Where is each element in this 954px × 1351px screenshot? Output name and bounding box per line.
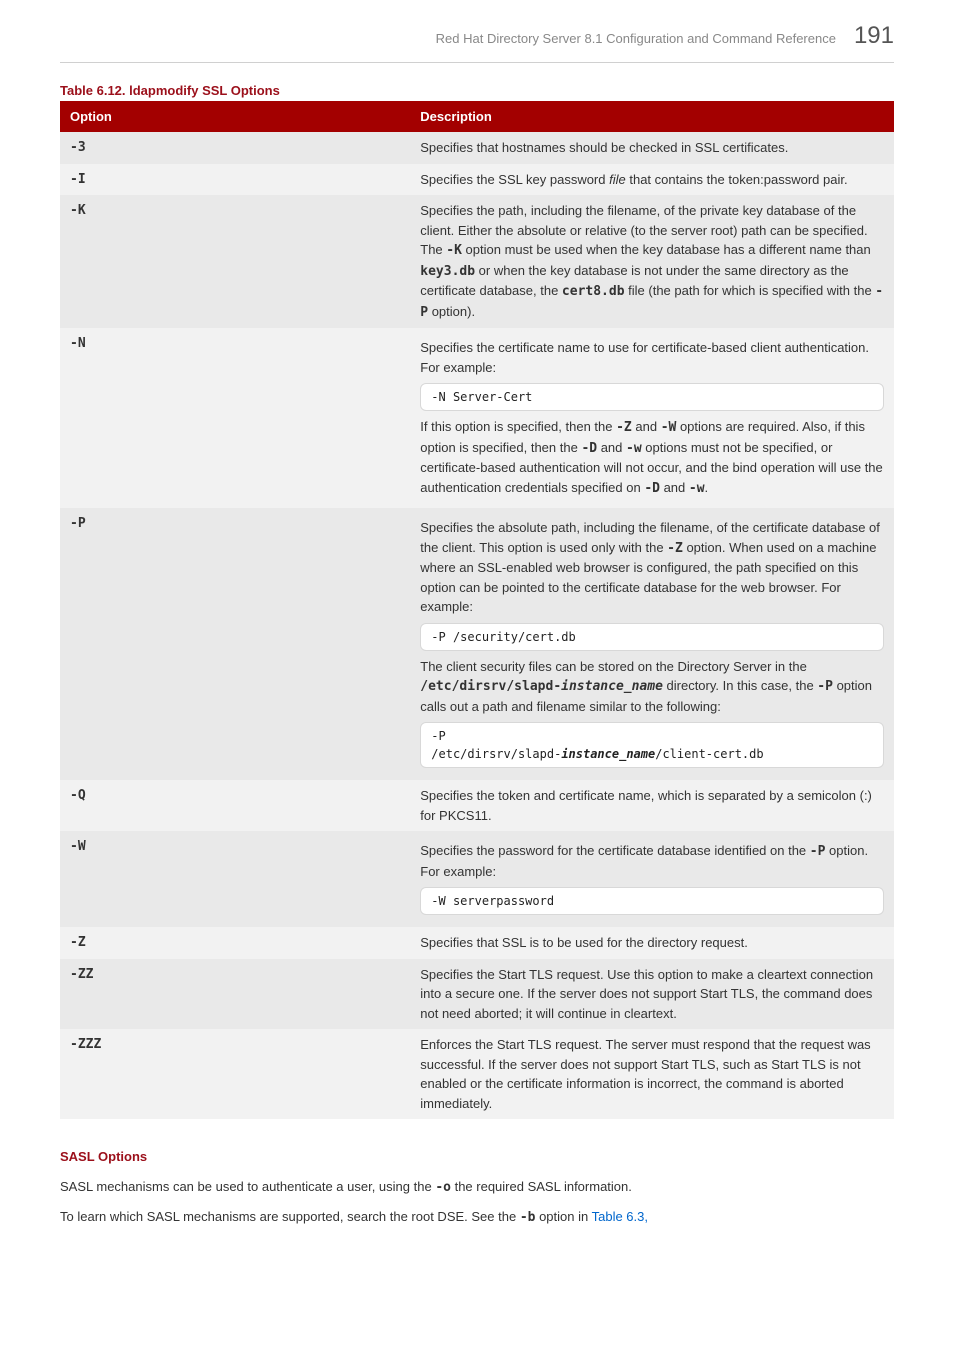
desc-para: If this option is specified, then the -Z… <box>420 417 884 498</box>
page-header: Red Hat Directory Server 8.1 Configurati… <box>60 0 894 63</box>
col-description: Description <box>410 101 894 133</box>
desc-text: that contains the token:password pair. <box>626 172 848 187</box>
description-cell: Specifies the password for the certifica… <box>410 831 894 927</box>
col-option: Option <box>60 101 410 133</box>
inline-code: -K <box>446 243 462 258</box>
body-text: the required SASL information. <box>451 1179 632 1194</box>
inline-code-text: /etc/dirsrv/slapd- <box>420 679 561 694</box>
description-cell: Specifies the absolute path, including t… <box>410 508 894 780</box>
option-cell: -N <box>60 328 410 508</box>
inline-code-italic: instance_name <box>561 679 663 694</box>
inline-code: -P <box>817 679 833 694</box>
body-text: To learn which SASL mechanisms are suppo… <box>60 1209 520 1224</box>
option-cell: -W <box>60 831 410 927</box>
code-text: -P /etc/dirsrv/slapd- <box>431 729 561 761</box>
table-row: -Z Specifies that SSL is to be used for … <box>60 927 894 959</box>
inline-code: -w <box>626 441 642 456</box>
option-cell: -I <box>60 164 410 196</box>
sasl-paragraph-2: To learn which SASL mechanisms are suppo… <box>60 1207 894 1228</box>
table-row: -P Specifies the absolute path, includin… <box>60 508 894 780</box>
table-row: -ZZZ Enforces the Start TLS request. The… <box>60 1029 894 1119</box>
desc-text: Specifies the certificate name to use fo… <box>420 338 884 377</box>
inline-code: -P <box>810 844 826 859</box>
table-row: -I Specifies the SSL key password file t… <box>60 164 894 196</box>
code-example: -W serverpassword <box>420 887 884 915</box>
ssl-options-table: Option Description -3 Specifies that hos… <box>60 101 894 1120</box>
desc-text: and <box>632 419 661 434</box>
desc-para: Specifies the password for the certifica… <box>420 841 884 881</box>
desc-text: file (the path for which is specified wi… <box>625 283 876 298</box>
inline-code: -b <box>520 1210 536 1225</box>
desc-italic: file <box>609 172 626 187</box>
inline-code: -o <box>435 1180 451 1195</box>
description-cell: Specifies the SSL key password file that… <box>410 164 894 196</box>
option-cell: -P <box>60 508 410 780</box>
desc-text: The client security files can be stored … <box>420 659 807 674</box>
description-cell: Specifies the certificate name to use fo… <box>410 328 894 508</box>
inline-code: -Z <box>616 420 632 435</box>
inline-code: /etc/dirsrv/slapd-instance_name <box>420 679 663 694</box>
desc-para: The client security files can be stored … <box>420 657 884 717</box>
sasl-paragraph-1: SASL mechanisms can be used to authentic… <box>60 1177 894 1198</box>
inline-code: -D <box>644 481 660 496</box>
code-example: -P /security/cert.db <box>420 623 884 651</box>
description-cell: Specifies the path, including the filena… <box>410 195 894 328</box>
desc-text: . <box>705 480 709 495</box>
code-example: -N Server-Cert <box>420 383 884 411</box>
body-text: SASL mechanisms can be used to authentic… <box>60 1179 435 1194</box>
desc-text: and <box>597 440 626 455</box>
option-cell: -Q <box>60 780 410 831</box>
code-italic: instance_name <box>561 747 655 761</box>
description-cell: Specifies the Start TLS request. Use thi… <box>410 959 894 1030</box>
description-cell: Specifies that hostnames should be check… <box>410 132 894 164</box>
option-cell: -ZZZ <box>60 1029 410 1119</box>
option-cell: -Z <box>60 927 410 959</box>
inline-code: -w <box>689 481 705 496</box>
option-cell: -ZZ <box>60 959 410 1030</box>
table-row: -Q Specifies the token and certificate n… <box>60 780 894 831</box>
code-example: -P /etc/dirsrv/slapd-instance_name/clien… <box>420 722 884 768</box>
inline-code: -D <box>581 441 597 456</box>
inline-code: key3.db <box>420 264 475 279</box>
code-text: /client-cert.db <box>655 747 763 761</box>
option-cell: -K <box>60 195 410 328</box>
table-caption: Table 6.12. ldapmodify SSL Options <box>60 81 894 101</box>
inline-code: -Z <box>667 541 683 556</box>
table-row: -3 Specifies that hostnames should be ch… <box>60 132 894 164</box>
table-row: -ZZ Specifies the Start TLS request. Use… <box>60 959 894 1030</box>
desc-text: directory. In this case, the <box>663 678 817 693</box>
desc-text: Specifies the password for the certifica… <box>420 843 810 858</box>
description-cell: Specifies that SSL is to be used for the… <box>410 927 894 959</box>
desc-text: option must be used when the key databas… <box>462 242 871 257</box>
description-cell: Enforces the Start TLS request. The serv… <box>410 1029 894 1119</box>
page-number: 191 <box>854 18 894 54</box>
inline-code: cert8.db <box>562 284 625 299</box>
desc-para: Specifies the absolute path, including t… <box>420 518 884 617</box>
desc-text: and <box>660 480 689 495</box>
option-cell: -3 <box>60 132 410 164</box>
desc-text: Specifies the SSL key password <box>420 172 609 187</box>
desc-text: If this option is specified, then the <box>420 419 616 434</box>
table-row: -N Specifies the certificate name to use… <box>60 328 894 508</box>
sasl-heading: SASL Options <box>60 1147 894 1167</box>
body-text: option in <box>535 1209 591 1224</box>
table-row: -K Specifies the path, including the fil… <box>60 195 894 328</box>
inline-code: -W <box>661 420 677 435</box>
desc-text: option). <box>428 304 475 319</box>
header-title: Red Hat Directory Server 8.1 Configurati… <box>436 29 836 49</box>
description-cell: Specifies the token and certificate name… <box>410 780 894 831</box>
table-row: -W Specifies the password for the certif… <box>60 831 894 927</box>
table-6-3-link[interactable]: Table 6.3, <box>592 1209 648 1224</box>
